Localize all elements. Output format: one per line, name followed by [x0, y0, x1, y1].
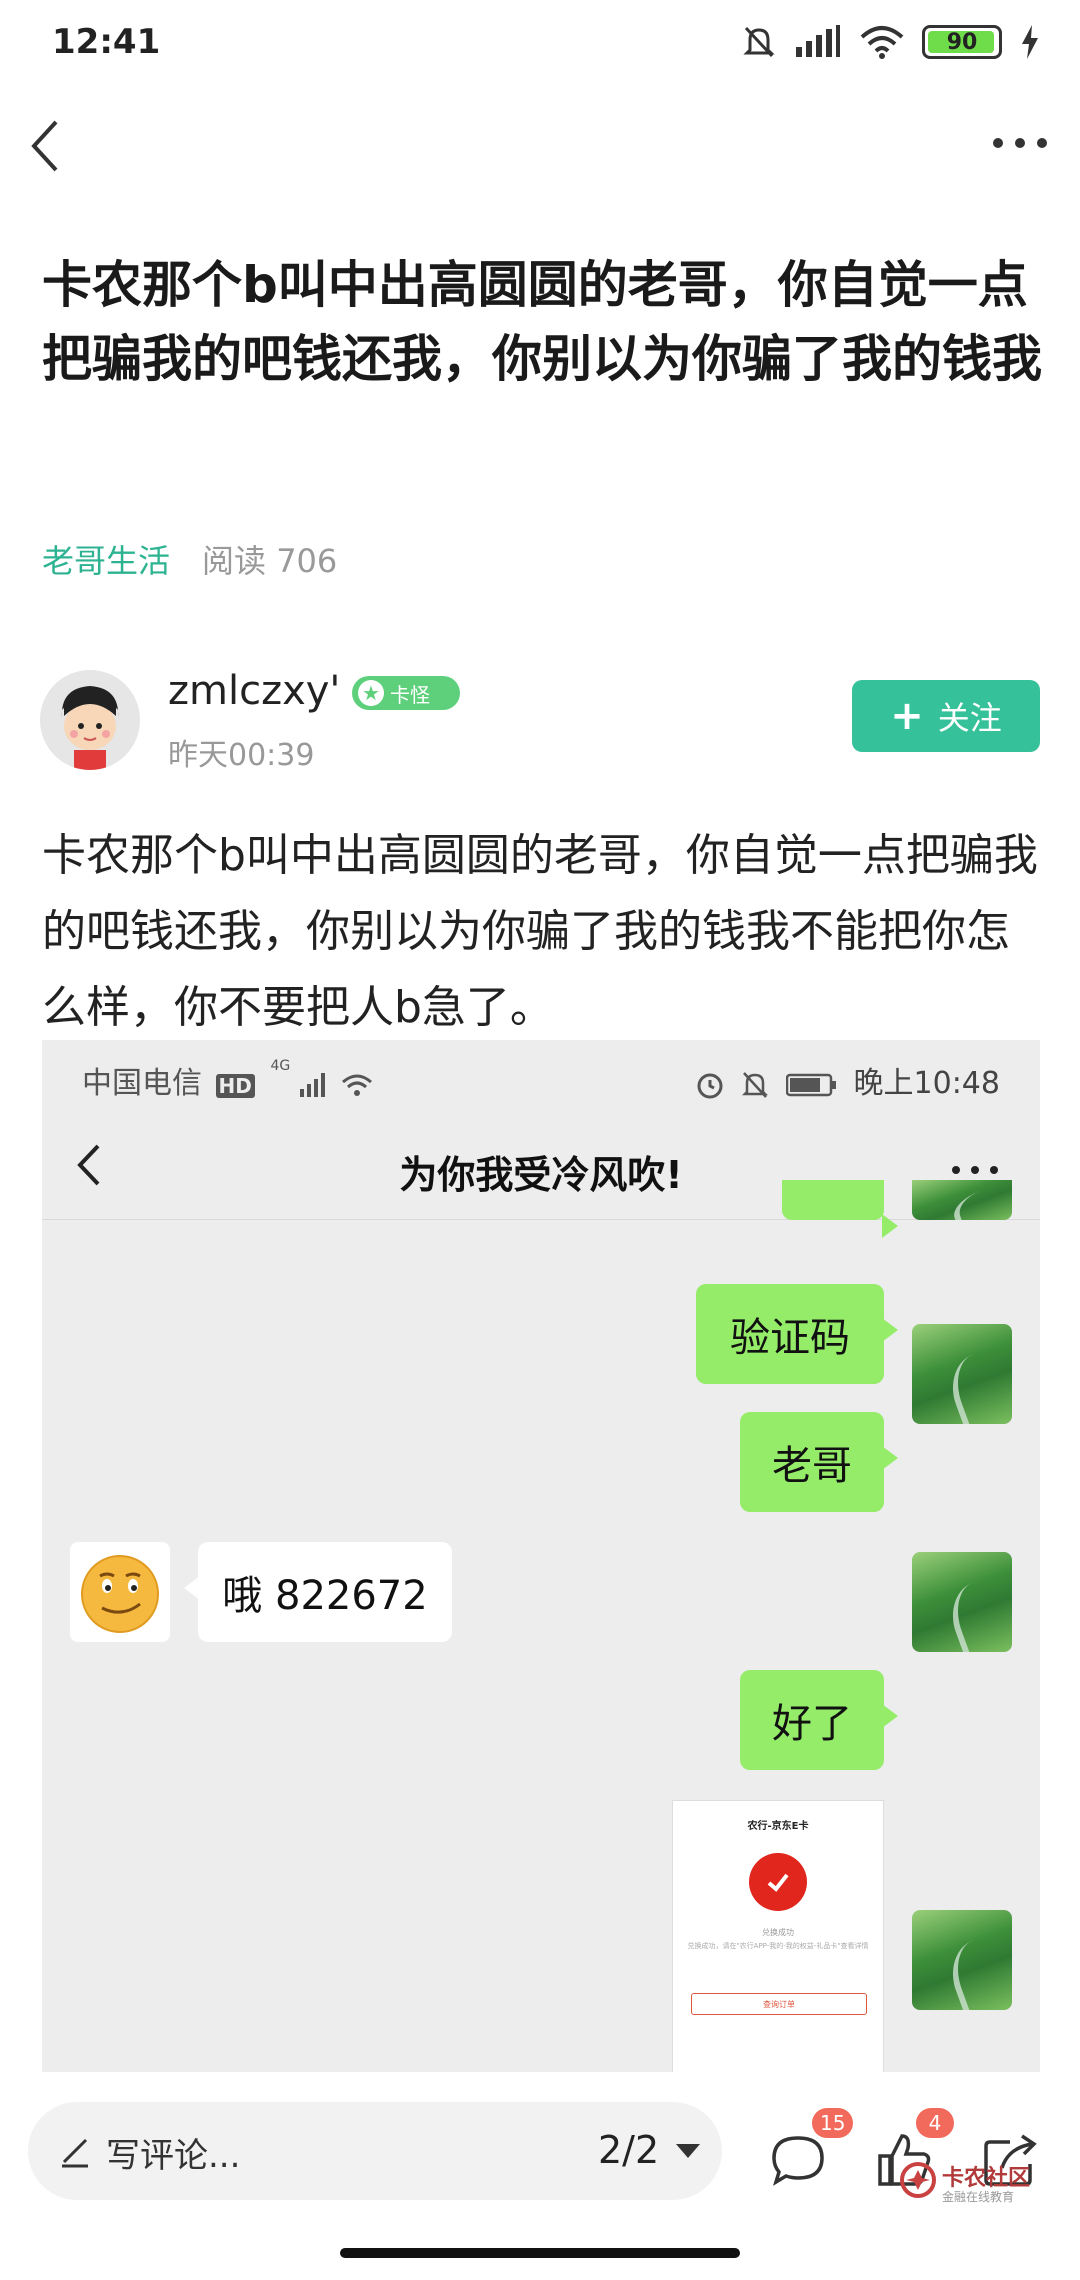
- star-icon: ★: [358, 680, 384, 706]
- author-avatar[interactable]: [40, 670, 140, 770]
- site-watermark: 卡农社区 金融在线教育: [900, 2160, 1070, 2210]
- image-msg-status: 兑换成功: [762, 1928, 794, 1937]
- chat-bubble-me: 验证码: [696, 1284, 898, 1384]
- shot-carrier: 中国电信 HD 4G: [82, 1058, 373, 1102]
- hd-badge: HD: [215, 1074, 255, 1098]
- category-link[interactable]: 老哥生活: [42, 536, 170, 582]
- avatar-illustration: [40, 670, 140, 770]
- shot-status-bar: 中国电信 HD 4G 晚上10:48: [42, 1040, 1040, 1110]
- shot-wifi-icon: [342, 1074, 373, 1096]
- post-time: 昨天00:39: [168, 738, 315, 773]
- chat-bubble-me: 老哥: [740, 1412, 898, 1512]
- status-time: 12:41: [52, 22, 161, 62]
- check-icon: [749, 1853, 807, 1911]
- follow-label: 关注: [937, 699, 1002, 737]
- watermark-subtext: 金融在线教育: [942, 2190, 1015, 2204]
- badge-label: 卡怪: [390, 682, 430, 707]
- smiley-icon: [70, 1542, 170, 1642]
- top-nav: [0, 100, 1080, 190]
- other-avatar: [70, 1542, 170, 1642]
- image-msg-title: 农行-京东E卡: [747, 1821, 809, 1832]
- battery-icon: 90: [922, 25, 1002, 59]
- home-indicator[interactable]: [340, 2248, 740, 2258]
- read-count: 阅读 706: [202, 542, 338, 580]
- my-avatar: [912, 1180, 1012, 1220]
- chat-title: 为你我受冷风吹!: [399, 1153, 683, 1197]
- comment-input[interactable]: 写评论... 2/2: [28, 2102, 722, 2200]
- author-name[interactable]: zmlczxy': [168, 668, 340, 714]
- my-avatar: [912, 1552, 1012, 1652]
- comment-button[interactable]: [768, 2130, 828, 2190]
- image-msg-desc: 兑换成功，请在"农行APP-我的-我的权益-礼品卡"查看详情: [687, 1942, 869, 1950]
- alarm-icon: [697, 1073, 723, 1098]
- bell-off-icon: [743, 26, 775, 58]
- back-button[interactable]: [22, 116, 72, 176]
- shot-battery-icon: [785, 1073, 836, 1096]
- like-count-badge: 4: [916, 2108, 954, 2138]
- status-icons: 90: [742, 24, 1040, 60]
- comment-count-badge: 15: [812, 2108, 854, 2138]
- chat-image-message: 农行-京东E卡 兑换成功 兑换成功，请在"农行APP-我的-我的权益-礼品卡"查…: [672, 1800, 884, 2072]
- author-level-badge: ★ 卡怪: [352, 676, 460, 710]
- chat-bubble-me: 好了: [740, 1670, 898, 1770]
- chat-bubble-other: 哦 822672: [184, 1542, 452, 1642]
- carrier-name: 中国电信: [82, 1066, 202, 1101]
- signal-icon: [796, 25, 840, 57]
- post-body: 卡农那个b叫中出高圆圆的老哥，你自觉一点把骗我的吧钱还我，你别以为你骗了我的钱我…: [42, 830, 1038, 1033]
- chat-header: 为你我受冷风吹!: [42, 1110, 1040, 1220]
- mute-icon: [742, 1071, 769, 1098]
- page-indicator[interactable]: 2/2: [598, 2128, 659, 2172]
- post-title: 卡农那个b叫中出高圆圆的老哥，你自觉一点把骗我的吧钱还我，你别以为你骗了我的钱我: [42, 256, 1042, 388]
- more-horizontal-icon: [952, 1166, 998, 1174]
- charging-icon: [1022, 25, 1038, 59]
- shot-time: 晚上10:48: [853, 1066, 1000, 1101]
- shot-clock: 晚上10:48: [695, 1058, 1000, 1102]
- status-bar: 12:41 90: [0, 0, 1080, 90]
- shot-signal-icon: [299, 1072, 325, 1097]
- image-msg-button: 查询订单: [691, 1993, 867, 2015]
- kanong-logo-icon: [900, 2162, 936, 2198]
- caret-down-icon[interactable]: [676, 2144, 700, 2158]
- my-avatar: [912, 1324, 1012, 1424]
- net-type: 4G: [270, 1058, 291, 1074]
- wifi-icon: [860, 26, 904, 59]
- plus-icon: +: [890, 693, 924, 739]
- more-button[interactable]: [990, 128, 1050, 158]
- comment-placeholder: 写评论...: [106, 2136, 241, 2176]
- follow-button[interactable]: + 关注: [852, 680, 1040, 752]
- my-avatar: [912, 1910, 1012, 2010]
- pencil-icon: [62, 2138, 88, 2168]
- chat-bubble-partial: [782, 1180, 898, 1238]
- post-image[interactable]: 中国电信 HD 4G 晚上10:48 为你我受冷风吹! 验证码 老哥 哦 822…: [42, 1040, 1040, 2072]
- post-meta: 老哥生活 阅读 706: [42, 536, 337, 582]
- battery-level: 90: [946, 29, 978, 55]
